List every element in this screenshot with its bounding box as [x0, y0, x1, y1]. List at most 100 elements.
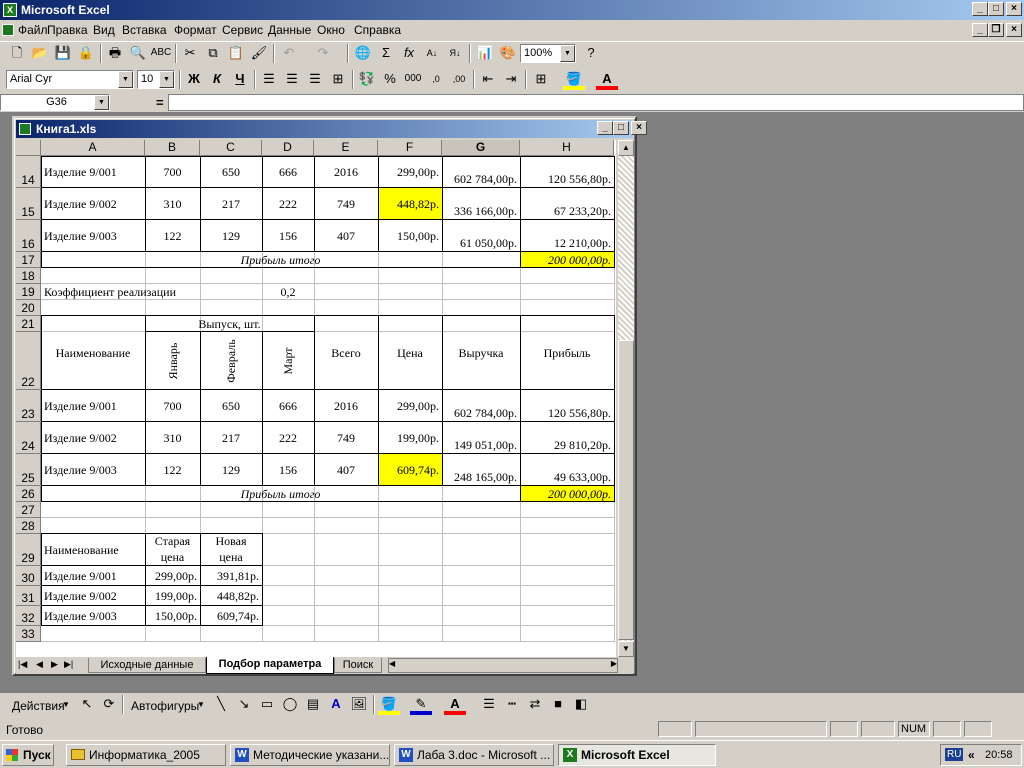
line-color-icon[interactable]: ✎: [410, 694, 432, 715]
sheet-tab-source-data[interactable]: Исходные данные: [88, 658, 206, 673]
arrow-icon[interactable]: ↘: [233, 694, 255, 715]
cell-price[interactable]: 299,00р.: [378, 390, 442, 421]
menu-tools[interactable]: Сервис: [222, 23, 263, 37]
hyperlink-icon[interactable]: 🌐: [352, 43, 374, 64]
row-header[interactable]: 24: [16, 422, 41, 454]
cell-value[interactable]: 2016: [314, 156, 378, 187]
cell-value[interactable]: 749: [314, 188, 378, 219]
menu-insert[interactable]: Вставка: [122, 23, 167, 37]
cell-value[interactable]: 650: [200, 156, 262, 187]
sheet-tab-search[interactable]: Поиск: [334, 658, 382, 673]
first-sheet-icon[interactable]: |◀: [18, 659, 27, 670]
close-button[interactable]: ×: [1006, 2, 1022, 16]
maximize-button[interactable]: □: [988, 2, 1004, 16]
cell-name[interactable]: Изделие 9/001: [41, 566, 145, 585]
draw-font-color-icon[interactable]: A: [444, 694, 466, 715]
align-left-icon[interactable]: ☰: [258, 69, 280, 90]
column-header[interactable]: D: [262, 140, 314, 156]
redo-icon[interactable]: ↷: [312, 43, 334, 64]
fill-color-icon[interactable]: 🪣: [563, 69, 585, 90]
arrow-style-icon[interactable]: ⇄: [524, 694, 546, 715]
copy-icon[interactable]: ⧉: [202, 43, 224, 64]
cell-name[interactable]: Изделие 9/003: [41, 220, 145, 251]
cell-profit[interactable]: 49 633,00р.: [520, 454, 614, 485]
drawing-icon[interactable]: 🎨: [497, 43, 519, 64]
cell-value[interactable]: 407: [314, 220, 378, 251]
cell-revenue[interactable]: 602 784,00р.: [442, 156, 520, 187]
increase-decimal-icon[interactable]: ,0: [425, 69, 447, 90]
row-header[interactable]: 23: [16, 390, 41, 422]
header-price[interactable]: Цена: [378, 316, 442, 390]
cell-name[interactable]: Изделие 9/001: [41, 390, 145, 421]
cell-name[interactable]: Изделие 9/003: [41, 606, 145, 625]
menu-data[interactable]: Данные: [268, 23, 311, 37]
column-header[interactable]: A: [41, 140, 145, 156]
row-header[interactable]: 27: [16, 502, 41, 518]
cell-name[interactable]: Изделие 9/002: [41, 586, 145, 605]
clipart-icon[interactable]: 🖼: [348, 694, 370, 715]
underline-button[interactable]: Ч: [229, 69, 251, 90]
font-select[interactable]: Arial Cyr ▼: [6, 70, 134, 89]
column-header[interactable]: H: [520, 140, 614, 156]
cell-price[interactable]: 150,00р.: [378, 220, 442, 251]
scroll-right-button[interactable]: ▶: [611, 659, 617, 668]
cell-value[interactable]: 122: [145, 454, 200, 485]
header-month[interactable]: Февраль: [224, 331, 238, 391]
cell-new-price[interactable]: 448,82р.: [200, 586, 262, 605]
profit-total-cell[interactable]: 200 000,00р.: [521, 486, 614, 501]
header-new-price[interactable]: Новая: [200, 534, 262, 550]
column-header[interactable]: F: [378, 140, 442, 156]
font-size-select[interactable]: 10 ▼: [137, 70, 175, 89]
align-right-icon[interactable]: ☰: [304, 69, 326, 90]
actions-dropdown-icon[interactable]: ▼: [62, 700, 70, 709]
worksheet-grid[interactable]: A B C D E F G H 14 15 16 17 18 19 20 21 22 23 24 25 26 27 28 29…: [16, 140, 616, 657]
cell-revenue[interactable]: 248 165,00р.: [442, 454, 520, 485]
format-painter-icon[interactable]: 🖌: [248, 43, 270, 64]
row-header[interactable]: 17: [16, 252, 41, 268]
autoshapes-dropdown-icon[interactable]: ▼: [197, 700, 205, 709]
menu-edit[interactable]: Правка: [47, 23, 88, 37]
select-pointer-icon[interactable]: ↖: [76, 694, 98, 715]
cell-revenue[interactable]: 336 166,00р.: [442, 188, 520, 219]
header-month[interactable]: Март: [281, 331, 295, 391]
scroll-up-button[interactable]: ▲: [618, 140, 634, 156]
cell-new-price[interactable]: 391,81р.: [200, 566, 262, 585]
menu-help[interactable]: Справка: [354, 23, 401, 37]
sort-descending-icon[interactable]: Я↓: [444, 43, 466, 64]
decrease-indent-icon[interactable]: ⇤: [477, 69, 499, 90]
oval-icon[interactable]: ◯: [279, 694, 301, 715]
doc-minimize-button[interactable]: _: [972, 23, 988, 37]
cell-value[interactable]: 666: [262, 390, 314, 421]
column-header[interactable]: C: [200, 140, 262, 156]
print-preview-icon[interactable]: 🔍: [127, 43, 149, 64]
row-header[interactable]: 19: [16, 284, 41, 300]
start-button[interactable]: Пуск: [2, 744, 54, 766]
cell-value[interactable]: 122: [145, 220, 200, 251]
line-icon[interactable]: ╲: [210, 694, 232, 715]
formula-input[interactable]: [168, 94, 1024, 111]
name-box[interactable]: G36 ▼: [0, 94, 110, 111]
row-header[interactable]: 28: [16, 518, 41, 534]
header-total[interactable]: Всего: [314, 316, 378, 390]
cell-revenue[interactable]: 61 050,00р.: [442, 220, 520, 251]
help-icon[interactable]: ?: [580, 43, 602, 64]
autoshapes-menu[interactable]: Автофигуры: [131, 699, 199, 713]
cell-price[interactable]: 199,00р.: [378, 422, 442, 453]
cut-icon[interactable]: ✂: [179, 43, 201, 64]
decrease-decimal-icon[interactable]: ,00: [448, 69, 470, 90]
cell-value[interactable]: 310: [145, 422, 200, 453]
rectangle-icon[interactable]: ▭: [256, 694, 278, 715]
doc-close-button[interactable]: ×: [1006, 23, 1022, 37]
doc-menu-icon[interactable]: [2, 24, 14, 36]
cell-old-price[interactable]: 199,00р.: [145, 586, 200, 605]
cell-value[interactable]: 129: [200, 220, 262, 251]
sheet-tab-goal-seek[interactable]: Подбор параметра: [206, 657, 334, 674]
cell-name[interactable]: Изделие 9/003: [41, 454, 145, 485]
3d-icon[interactable]: ◧: [570, 694, 592, 715]
row-header[interactable]: 18: [16, 268, 41, 284]
wordart-icon[interactable]: A: [325, 694, 347, 715]
cell-revenue[interactable]: 149 051,00р.: [442, 422, 520, 453]
header-month[interactable]: Январь: [166, 331, 180, 391]
cell-value[interactable]: 222: [262, 422, 314, 453]
task-folder[interactable]: Информатика_2005: [66, 744, 226, 766]
